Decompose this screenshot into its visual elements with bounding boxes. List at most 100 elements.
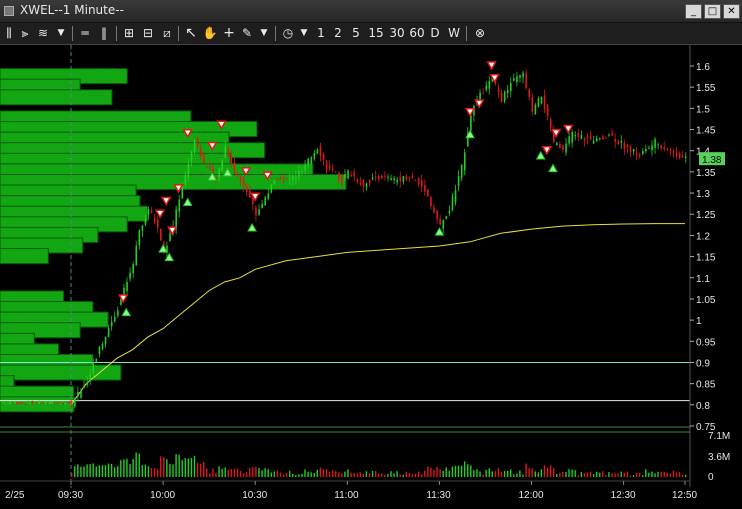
zoom-out-icon[interactable]: ⊟ [140,25,156,41]
candle-body [261,203,263,209]
volume-bar [678,472,681,477]
candle-body [58,401,60,403]
volume-bar [623,472,625,477]
volume-bar [467,464,469,477]
candle-body [531,97,534,112]
candle-body [430,197,432,207]
candle-body [583,138,586,141]
draw-tools-dropdown-icon[interactable]: ▼ [258,25,270,41]
candle-body [657,144,659,146]
candle-body [304,164,306,171]
window-icon [4,6,14,16]
date-label: 2/25 [5,490,25,501]
crosshair-icon[interactable]: + [221,25,237,41]
volume-bar [414,473,417,477]
candle-body [104,336,107,344]
candle-body [387,176,389,178]
volume-bar [356,473,358,477]
volume-bar [71,473,73,477]
candle-body [138,230,141,246]
volume-bar [285,472,288,477]
volume-bar [460,465,463,477]
interval-dropdown-icon[interactable]: ▼ [298,25,310,41]
candle-body [485,85,488,90]
interval-30-button[interactable]: 30 [389,25,405,41]
candle-body [184,174,187,185]
volume-bar [239,470,242,477]
candle-body [534,104,537,115]
candle-body [341,175,343,183]
volume-bar [304,469,306,477]
candle-body [470,115,472,131]
chart-style-dropdown-icon[interactable]: ▼ [55,25,67,41]
volume-bar [338,472,340,477]
horizontal-line-icon[interactable]: ═ [78,25,92,41]
interval-15-button[interactable]: 15 [368,25,384,41]
clock-icon[interactable]: ◷ [280,25,296,41]
candle-body [29,402,31,405]
candle-body [666,149,669,151]
draw-pencil-icon[interactable]: ✎ [239,25,255,41]
candle-body [549,119,552,128]
volume-bar [279,472,282,477]
candle-body [319,146,322,157]
candle-body [503,91,506,102]
interval-5-button[interactable]: 5 [350,25,362,41]
interval-week-button[interactable]: W [447,25,461,41]
candle-body [89,374,92,380]
zoom-in-icon[interactable]: ⊞ [121,25,137,41]
candle-body [353,171,356,177]
candle-body [86,382,88,385]
maximize-button[interactable]: □ [704,4,721,19]
time-tick-label: 10:00 [150,490,175,501]
volume-bar [568,469,570,477]
volume-bar [602,471,604,477]
close-button[interactable]: ✕ [723,4,740,19]
interval-2-button[interactable]: 2 [332,25,344,41]
candle-body [22,402,25,404]
volume-bar [206,468,208,477]
candle-body [9,401,12,405]
volume-bar [583,473,586,477]
volume-bar [638,473,641,477]
volume-bar [506,470,509,477]
volume-bar [473,470,475,477]
volume-bar [672,470,675,477]
volume-bar [138,453,140,477]
overlay-icon[interactable]: ⫸ [18,25,32,41]
candle-body [107,327,110,338]
price-tick-label: 0.85 [696,380,716,391]
candle-body [301,171,303,173]
candle-body [660,145,663,149]
volume-bar [417,471,420,477]
cursor-icon[interactable]: ↖ [183,25,199,41]
bar-chart-icon[interactable]: ⫼ [2,25,16,41]
volume-bar [341,473,343,477]
candle-body [42,402,45,404]
hand-pan-icon[interactable]: ✋ [202,25,218,41]
candle-body [25,404,27,406]
cancel-icon[interactable]: ⊗ [472,25,488,41]
volume-bar [117,466,119,477]
interval-day-button[interactable]: D [429,25,441,41]
window-title: XWEL--1 Minute-- [20,3,124,17]
volume-bar [218,466,220,477]
toolbar-divider [72,26,73,41]
autoscale-icon[interactable]: ⧄ [159,25,175,41]
candle-body [436,210,438,220]
indicator-icon[interactable]: ≋ [35,25,51,41]
volume-bar [113,467,116,477]
volume-bar [457,465,460,477]
minimize-button[interactable]: _ [685,4,702,19]
candle-body [196,137,199,147]
title-bar[interactable]: XWEL--1 Minute-- _ □ ✕ [0,0,742,23]
vertical-line-icon[interactable]: ‖ [97,25,111,41]
volume-bar [144,464,147,477]
interval-1-button[interactable]: 1 [315,25,327,41]
candle-body [55,402,58,404]
volume-bar [80,466,82,477]
price-chart[interactable]: 1.61.551.51.451.41.351.31.251.21.151.11.… [0,45,742,509]
interval-60-button[interactable]: 60 [409,25,425,41]
candle-body [16,402,18,405]
volume-bar [635,472,638,477]
